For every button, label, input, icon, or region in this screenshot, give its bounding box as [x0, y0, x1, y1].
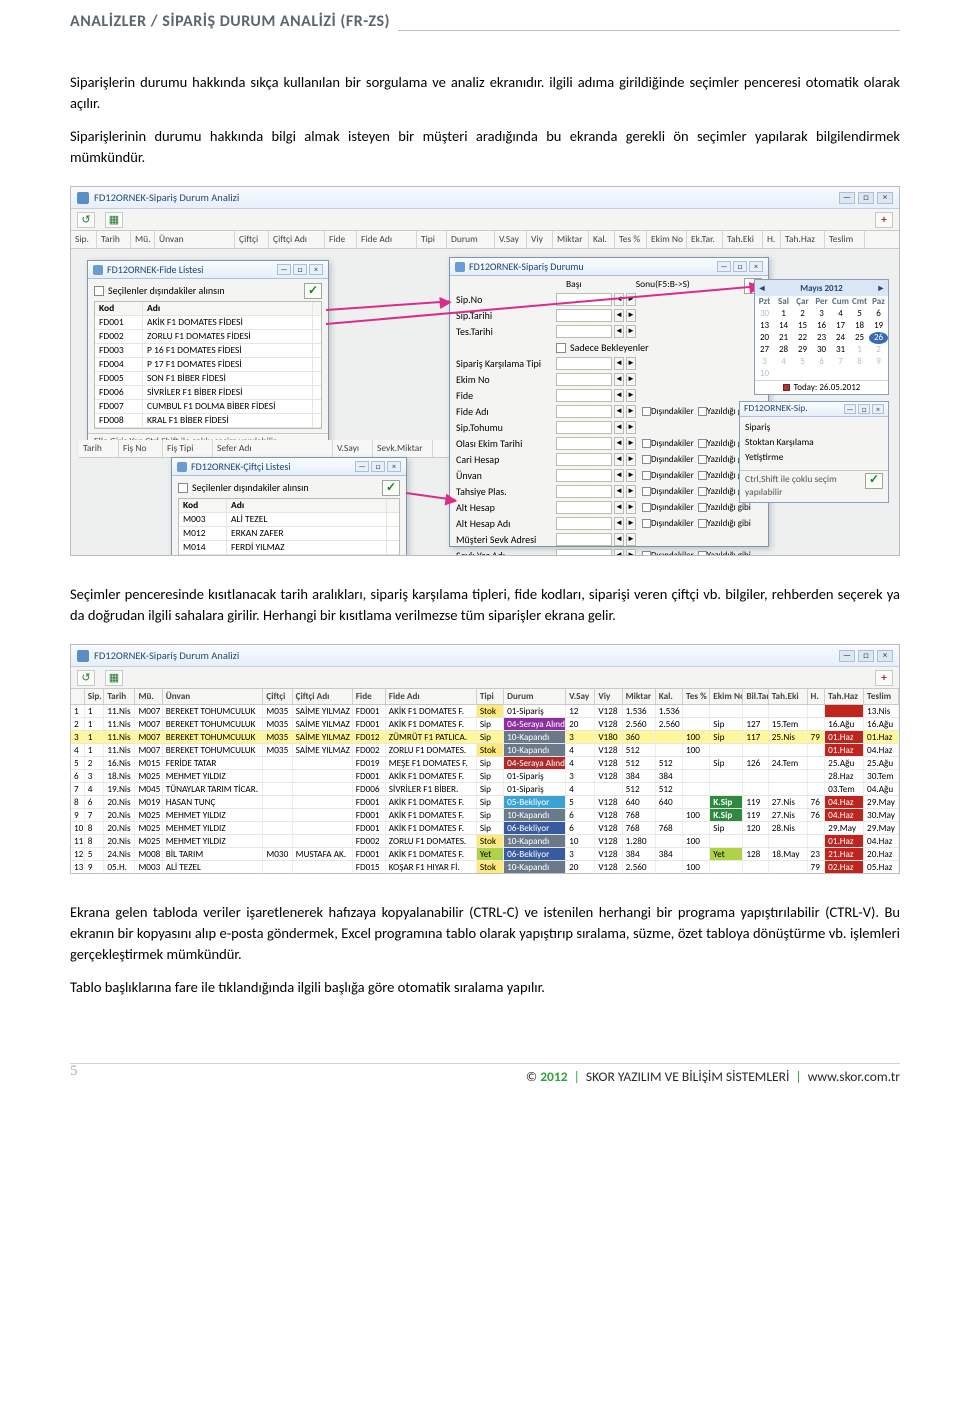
- page-heading: ANALİZLER / SİPARİŞ DURUM ANALİZİ (FR-ZS…: [70, 10, 390, 37]
- window-titlebar-2: FD12ORNEK-Sipariş Durum Analizi —□×: [71, 645, 899, 667]
- minimize-button[interactable]: —: [839, 192, 855, 204]
- checkbox-disindakiler[interactable]: [94, 286, 104, 296]
- refresh-button-2[interactable]: ↺: [77, 670, 95, 686]
- siparis-grid[interactable]: Sip.TarihMü.ÜnvanÇiftçiÇiftçi AdıFideFid…: [71, 689, 899, 874]
- confirm-check-icon[interactable]: ✓: [304, 283, 322, 299]
- toolbar: ↺ ▦ +: [71, 209, 899, 231]
- close-button[interactable]: ×: [877, 192, 893, 204]
- ciftci-grid[interactable]: KodAdıM003ALİ TEZELM012ERKAN ZAFERM014FE…: [178, 498, 400, 556]
- popup-fide-title: FD12ORNEK-Fide Listesi —□×: [88, 261, 328, 279]
- arrow-3: [406, 492, 456, 501]
- add-button[interactable]: +: [875, 212, 893, 228]
- grid-button-2[interactable]: ▦: [105, 670, 123, 686]
- popup-siparis-durumu: FD12ORNEK-Sipariş Durumu —□× Başı Sonu(F…: [449, 257, 769, 547]
- intro-para-2: Siparişlerinin durumu hakkında bilgi alm…: [70, 126, 900, 168]
- confirm-check-icon-2[interactable]: ✓: [382, 480, 400, 496]
- checkbox-disindakiler-2[interactable]: [178, 483, 188, 493]
- calendar-picker[interactable]: ◄ Mayıs 2012 ► PztSalÇarPerCumCmtPaz3012…: [754, 279, 889, 395]
- refresh-button[interactable]: ↺: [77, 212, 95, 228]
- screenshot-siparis-durum-grid: FD12ORNEK-Sipariş Durum Analizi —□× ↺ ▦ …: [70, 644, 900, 874]
- grid-header: Sip.TarihMü.ÜnvanÇiftçiÇiftçi AdıFideFid…: [71, 231, 899, 249]
- arrow-1: [326, 301, 450, 312]
- window-titlebar: FD12ORNEK-Sipariş Durum Analizi — □ ×: [71, 187, 899, 209]
- heading-underline: [398, 10, 900, 31]
- window-title-text: FD12ORNEK-Sipariş Durum Analizi: [94, 190, 239, 205]
- body-para-4: Ekrana gelen tabloda veriler işaretlener…: [70, 902, 900, 965]
- popup-sip-karsilama-tip: FD12ORNEK-Sip. —□× SiparişStoktan Karşıl…: [739, 401, 889, 503]
- body-para-3: Seçimler penceresinde kısıtlanacak tarih…: [70, 584, 900, 626]
- subgrid-header: TarihFiş NoFiş TipiSefer AdıV.SayıSevk.M…: [79, 440, 449, 458]
- fide-grid[interactable]: KodAdıFD001AKİK F1 DOMATES FİDESİFD002ZO…: [94, 301, 322, 429]
- intro-para-1: Siparişlerin durumu hakkında sıkça kulla…: [70, 72, 900, 114]
- page-heading-row: ANALİZLER / SİPARİŞ DURUM ANALİZİ (FR-ZS…: [70, 10, 900, 37]
- popup-icon: [93, 265, 103, 275]
- grid-button[interactable]: ▦: [105, 212, 123, 228]
- screenshot-siparis-durum-dialogs: FD12ORNEK-Sipariş Durum Analizi — □ × ↺ …: [70, 186, 900, 556]
- add-button-2[interactable]: +: [875, 670, 893, 686]
- body-para-5: Tablo başlıklarına fare ile tıklandığınd…: [70, 977, 900, 998]
- popup-fide-listesi: FD12ORNEK-Fide Listesi —□× Seçilenler dı…: [87, 260, 329, 450]
- page-number: 5: [70, 1061, 78, 1083]
- page-footer: 5 © 2012 | SKOR YAZILIM VE BİLİŞİM SİSTE…: [70, 1063, 900, 1087]
- popup-ciftci-listesi: FD12ORNEK-Çiftçi Listesi —□× Seçilenler …: [171, 457, 407, 556]
- maximize-button[interactable]: □: [858, 192, 874, 204]
- app-icon: [77, 192, 89, 204]
- window-controls: — □ ×: [839, 192, 893, 204]
